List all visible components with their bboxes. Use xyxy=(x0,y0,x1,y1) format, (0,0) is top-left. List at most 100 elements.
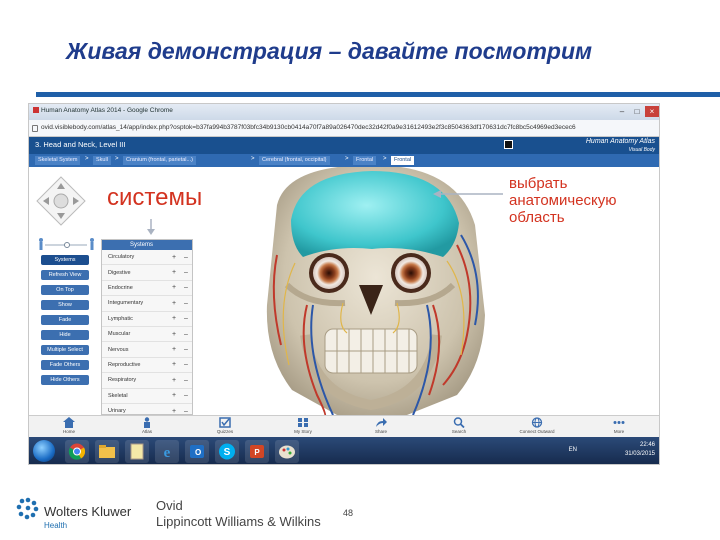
ovid-lww-logo: Ovid Lippincott Williams & Wilkins xyxy=(156,498,321,530)
title-rule xyxy=(36,92,720,97)
menu-button-refresh-view[interactable]: Refresh View xyxy=(41,270,89,280)
add-icon[interactable]: + xyxy=(168,346,180,353)
breadcrumb-item[interactable]: Cranium (frontal, parietal...) xyxy=(123,156,196,165)
remove-icon[interactable]: – xyxy=(180,377,192,384)
system-label: Integumentary xyxy=(108,300,144,307)
add-icon[interactable]: + xyxy=(168,300,180,307)
breadcrumb-item[interactable]: Skeletal System xyxy=(35,156,81,165)
system-row[interactable]: Respiratory + – xyxy=(102,373,192,389)
paint-taskbar-button[interactable] xyxy=(275,440,299,463)
outlook-taskbar-button[interactable]: O xyxy=(185,440,209,463)
menu-button-on-top[interactable]: On Top xyxy=(41,285,89,295)
ie-taskbar-button[interactable]: e xyxy=(155,440,179,463)
toolbar-search[interactable]: Search xyxy=(439,417,479,434)
remove-icon[interactable]: – xyxy=(180,315,192,322)
breadcrumb-separator: > xyxy=(383,156,387,162)
menu-button-hide[interactable]: Hide xyxy=(41,330,89,340)
start-button[interactable] xyxy=(33,440,55,462)
toolbar-home[interactable]: Home xyxy=(49,417,89,434)
system-row[interactable]: Lymphatic + – xyxy=(102,312,192,327)
add-icon[interactable]: + xyxy=(168,315,180,322)
internet-explorer-icon: e xyxy=(164,445,171,461)
add-icon[interactable]: + xyxy=(168,331,180,338)
skype-taskbar-button[interactable]: S xyxy=(215,440,239,463)
system-row[interactable]: Integumentary + – xyxy=(102,296,192,312)
add-icon[interactable]: + xyxy=(168,377,180,384)
system-clock[interactable]: 22:46 31/03/2015 xyxy=(625,441,655,459)
system-row[interactable]: Endocrine + – xyxy=(102,281,192,297)
menu-button-fade[interactable]: Fade xyxy=(41,315,89,325)
notepad-taskbar-button[interactable] xyxy=(125,440,149,463)
system-label: Respiratory xyxy=(108,377,137,384)
system-label: Nervous xyxy=(108,346,129,353)
system-row[interactable]: Skeletal + – xyxy=(102,389,192,404)
add-icon[interactable]: + xyxy=(168,284,180,291)
anatomy-viewport[interactable]: Systems Refresh View On Top Show Fade Hi… xyxy=(29,167,659,415)
system-row[interactable]: Reproductive + – xyxy=(102,358,192,374)
toolbar-atlas[interactable]: Atlas xyxy=(127,417,167,434)
address-bar[interactable]: ovid.visiblebody.com/atlas_14/app/index.… xyxy=(29,120,659,137)
annotation-arrows xyxy=(147,190,503,235)
remove-icon[interactable]: – xyxy=(180,408,192,415)
svg-text:P: P xyxy=(254,448,260,457)
menu-button-hide-others[interactable]: Hide Others xyxy=(41,375,89,385)
remove-icon[interactable]: – xyxy=(180,346,192,353)
close-window-button[interactable]: × xyxy=(645,106,659,117)
add-icon[interactable]: + xyxy=(168,408,180,415)
remove-icon[interactable]: – xyxy=(180,300,192,307)
add-icon[interactable]: + xyxy=(168,254,180,261)
toolbar-my-story[interactable]: My Story xyxy=(283,417,323,434)
toolbar-more[interactable]: More xyxy=(599,417,639,434)
chrome-taskbar-button[interactable] xyxy=(65,440,89,463)
system-label: Circulatory xyxy=(108,254,135,261)
app-view-toggle[interactable] xyxy=(504,140,513,149)
powerpoint-taskbar-button[interactable]: P xyxy=(245,440,269,463)
add-icon[interactable]: + xyxy=(168,361,180,368)
url-text[interactable]: ovid.visiblebody.com/atlas_14/app/index.… xyxy=(41,124,647,131)
skype-icon: S xyxy=(219,443,235,460)
remove-icon[interactable]: – xyxy=(180,269,192,276)
system-label: Muscular xyxy=(108,331,131,338)
system-row[interactable]: Circulatory + – xyxy=(102,250,192,266)
browser-tab[interactable]: Human Anatomy Atlas 2014 - Google Chrome xyxy=(33,107,173,114)
toolbar-share[interactable]: Share xyxy=(361,417,401,434)
breadcrumb-item-current[interactable]: Frontal xyxy=(391,156,415,165)
down-arrow-head-icon xyxy=(147,229,155,235)
folder-icon xyxy=(99,445,115,458)
remove-icon[interactable]: – xyxy=(180,284,192,291)
remove-icon[interactable]: – xyxy=(180,254,192,261)
brand-name: Human Anatomy Atlas xyxy=(585,138,655,145)
ovid-line: Ovid xyxy=(156,498,183,513)
remove-icon[interactable]: – xyxy=(180,361,192,368)
menu-button-systems[interactable]: Systems xyxy=(41,255,89,265)
page-icon xyxy=(32,125,38,132)
app-location-title: 3. Head and Neck, Level III xyxy=(35,140,126,149)
system-row[interactable]: Nervous + – xyxy=(102,342,192,358)
toolbar-connect-outward[interactable]: Connect Outward xyxy=(517,417,557,434)
add-icon[interactable]: + xyxy=(168,392,180,399)
menu-button-show[interactable]: Show xyxy=(41,300,89,310)
chrome-icon xyxy=(68,443,86,460)
notepad-icon xyxy=(130,443,144,460)
system-row[interactable]: Digestive + – xyxy=(102,265,192,281)
explorer-taskbar-button[interactable] xyxy=(95,440,119,463)
checkbox-icon xyxy=(219,417,231,428)
maximize-button[interactable]: □ xyxy=(630,106,644,117)
add-icon[interactable]: + xyxy=(168,269,180,276)
tab-title: Human Anatomy Atlas 2014 - Google Chrome xyxy=(41,107,173,114)
breadcrumb-item[interactable]: Cerebral (frontal, occipital) xyxy=(259,156,330,165)
clock-time: 22:46 xyxy=(639,442,655,448)
breadcrumb-item[interactable]: Frontal xyxy=(353,156,377,165)
toolbar-quizzes[interactable]: Quizzes xyxy=(205,417,245,434)
system-row[interactable]: Muscular + – xyxy=(102,327,192,343)
toolbar-label: Share xyxy=(374,429,387,434)
system-row[interactable]: Urinary + – xyxy=(102,404,192,415)
breadcrumb-item[interactable]: Skull xyxy=(93,156,111,165)
minimize-button[interactable]: – xyxy=(615,106,629,117)
menu-button-fade-others[interactable]: Fade Others xyxy=(41,360,89,370)
menu-button-multiple-select[interactable]: Multiple Select xyxy=(41,345,89,355)
remove-icon[interactable]: – xyxy=(180,331,192,338)
keyboard-language[interactable]: EN xyxy=(569,447,577,453)
remove-icon[interactable]: – xyxy=(180,392,192,399)
svg-text:e: e xyxy=(164,445,171,461)
